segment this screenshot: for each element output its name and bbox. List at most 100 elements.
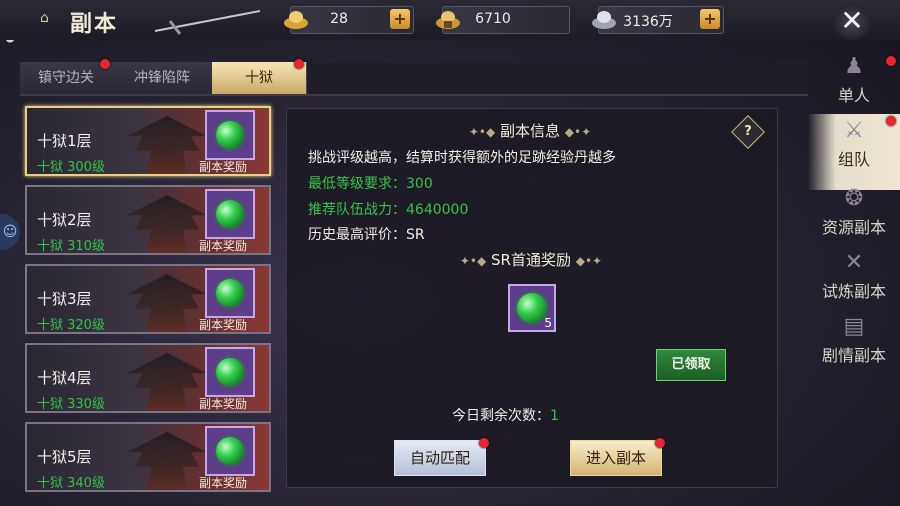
temple-image <box>127 353 207 411</box>
green-gem-icon <box>216 358 244 386</box>
min-level-requirement: 最低等级要求：300 <box>308 176 433 192</box>
temple-image <box>127 116 207 174</box>
nav-resource-dungeon[interactable]: ❂ 资源副本 <box>808 186 900 238</box>
sword-decoration-icon <box>154 10 261 35</box>
nav-label: 剧情副本 <box>821 346 886 365</box>
ornament-icon: ◆•✦ <box>575 254 603 268</box>
help-label: ? <box>744 124 752 139</box>
green-gem-icon <box>216 279 244 307</box>
team-icon: ⚔ <box>844 118 864 143</box>
temple-image <box>127 432 207 490</box>
book-icon: ▤ <box>843 314 865 339</box>
floor-card-2[interactable]: 十狱2层 十狱 310级 副本奖励 <box>25 185 271 255</box>
reward-item[interactable] <box>205 110 255 160</box>
resource-gold: 28 + <box>284 6 414 34</box>
single-person-icon: ♟ <box>844 54 864 79</box>
reward-label: 副本奖励 <box>199 318 248 332</box>
user-icon[interactable]: ☺ <box>0 214 20 250</box>
tab-ten-prisons[interactable]: 十狱 <box>212 59 307 94</box>
nav-single[interactable]: ♟ 单人 <box>808 54 900 106</box>
temple-image <box>127 274 207 332</box>
resource-bound-ingot: 6710 <box>436 6 570 34</box>
ornament-icon: ◆•✦ <box>564 125 592 139</box>
reward-section-title: SR首通奖励 <box>491 251 571 269</box>
nav-label: 资源副本 <box>821 218 886 237</box>
reward-count: 5 <box>544 316 552 330</box>
remaining-attempts: 今日剩余次数：1 <box>452 405 559 425</box>
nav-team[interactable]: ⚔ 组队 <box>808 114 900 190</box>
nav-trial-dungeon[interactable]: ✕ 试炼副本 <box>808 250 900 302</box>
floor-name: 十狱1层 <box>37 132 92 150</box>
reward-item[interactable] <box>205 189 255 239</box>
floor-level: 十狱 310级 <box>37 239 105 254</box>
floor-level: 十狱 340级 <box>37 476 105 491</box>
reward-label: 副本奖励 <box>199 476 248 490</box>
floor-level: 十狱 330级 <box>37 397 105 412</box>
floor-card-5[interactable]: 十狱5层 十狱 340级 副本奖励 <box>25 422 271 492</box>
ornament-icon: ✦•◆ <box>459 254 487 268</box>
reward-label: 副本奖励 <box>199 397 248 411</box>
nav-label: 试炼副本 <box>821 282 886 301</box>
temple-image <box>127 195 207 253</box>
reward-label: 副本奖励 <box>199 239 248 253</box>
claimed-stamp: 已领取 <box>656 349 726 381</box>
green-gem-icon <box>517 293 547 323</box>
remaining-value: 1 <box>550 408 559 424</box>
tab-guard-border[interactable]: 镇守边关 <box>20 59 113 94</box>
info-section-header: ✦•◆ 副本信息 ◆•✦ <box>430 120 630 141</box>
resource-silver: 3136万 + <box>592 6 724 34</box>
green-gem-icon <box>216 437 244 465</box>
reward-item[interactable] <box>205 268 255 318</box>
notification-badge <box>479 438 489 448</box>
floor-card-1[interactable]: 十狱1层 十狱 300级 副本奖励 <box>25 106 271 176</box>
close-button[interactable]: ✕ <box>834 4 870 40</box>
reward-item[interactable] <box>205 347 255 397</box>
tab-label: 镇守边关 <box>38 70 94 86</box>
reward-item[interactable] <box>205 426 255 476</box>
floor-name: 十狱2层 <box>37 211 92 229</box>
notification-badge <box>655 438 665 448</box>
notification-badge <box>100 59 110 69</box>
floor-card-3[interactable]: 十狱3层 十狱 320级 副本奖励 <box>25 264 271 334</box>
remaining-label: 今日剩余次数： <box>452 408 550 424</box>
reward-section-header: ✦•◆ SR首通奖励 ◆•✦ <box>418 249 644 270</box>
notification-badge <box>886 116 896 126</box>
recommended-power: 推荐队伍战力：4640000 <box>308 202 469 218</box>
enter-dungeon-label: 进入副本 <box>585 449 646 467</box>
add-silver-button[interactable]: + <box>700 9 720 29</box>
page-title: 副本 <box>70 12 119 37</box>
floor-name: 十狱5层 <box>37 448 92 466</box>
resource-icon: ❂ <box>844 186 864 211</box>
floor-level: 十狱 320级 <box>37 318 105 333</box>
tab-label: 冲锋陷阵 <box>134 70 190 86</box>
tab-label: 十狱 <box>245 70 273 86</box>
enter-dungeon-button[interactable]: 进入副本 <box>570 438 665 476</box>
reward-label: 副本奖励 <box>199 160 248 174</box>
gold-value: 28 <box>330 11 348 27</box>
tab-charge[interactable]: 冲锋陷阵 <box>112 62 213 94</box>
notification-badge <box>294 59 304 69</box>
auto-match-button[interactable]: 自动匹配 <box>394 438 489 476</box>
nav-label: 组队 <box>837 150 870 169</box>
ornament-icon: ✦•◆ <box>468 125 496 139</box>
floor-name: 十狱3层 <box>37 290 92 308</box>
floor-card-4[interactable]: 十狱4层 十狱 330级 副本奖励 <box>25 343 271 413</box>
bound-ingot-value: 6710 <box>475 11 511 27</box>
first-clear-reward-item[interactable]: 5 <box>508 284 556 332</box>
notification-badge <box>886 56 896 66</box>
home-icon[interactable]: ⌂ <box>40 10 54 26</box>
info-section-title: 副本信息 <box>499 122 560 140</box>
green-gem-icon <box>216 200 244 228</box>
silver-value: 3136万 <box>623 14 673 30</box>
add-gold-button[interactable]: + <box>390 9 410 29</box>
green-gem-icon <box>216 121 244 149</box>
nav-story-dungeon[interactable]: ▤ 剧情副本 <box>808 314 900 366</box>
nav-label: 单人 <box>837 86 870 105</box>
best-rating: 历史最高评价：SR <box>308 227 425 243</box>
info-description: 挑战评级越高，结算时获得额外的足跡经验丹越多 <box>308 150 616 166</box>
side-nav: ♟ 单人 ⚔ 组队 ❂ 资源副本 ✕ 试炼副本 ▤ 剧情副本 <box>808 40 900 506</box>
floor-name: 十狱4层 <box>37 369 92 387</box>
floor-list[interactable]: 十狱1层 十狱 300级 副本奖励 十狱2层 十狱 310级 副本奖励 十狱3层… <box>20 100 282 500</box>
crossed-swords-icon: ✕ <box>844 250 864 275</box>
auto-match-label: 自动匹配 <box>409 449 470 467</box>
